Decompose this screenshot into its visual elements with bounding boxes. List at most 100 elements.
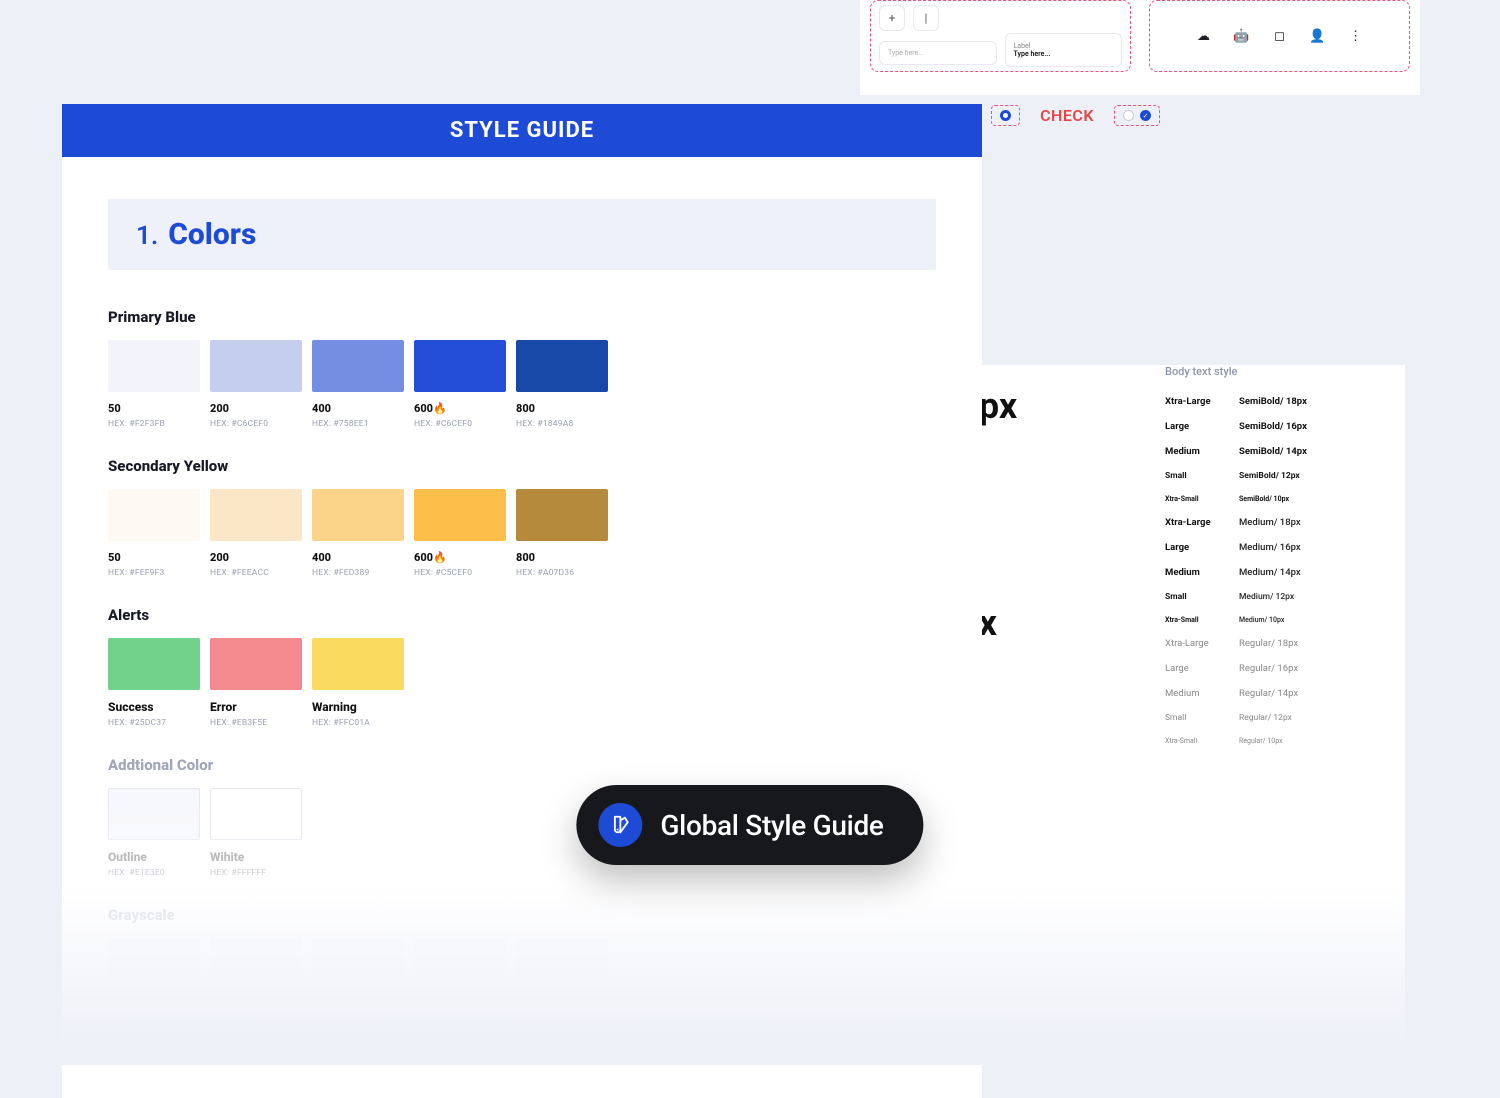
body-size-label: Small [1165,592,1235,602]
body-text-header: Body text style [1165,365,1395,378]
body-text-row: Xtra-LargeSemiBold/ 18px [1165,396,1395,407]
swatch-step: 600🔥 [414,551,506,564]
body-size-label: Xtra-Small [1165,616,1235,624]
person-icon: 👤 [1308,26,1328,46]
radio-unselected-icon [1123,110,1134,121]
color-swatch [210,638,302,690]
icon-row-block: ☁ 🤖 ◻ 👤 ⋮ [1149,0,1410,72]
swatch-name: Wihite [210,850,302,864]
body-weight-label: Regular/ 14px [1239,688,1395,699]
swatch-info: 50HEX: #FEF9F3 [108,551,200,578]
input-placeholder: Type here... [888,49,988,57]
swatch-info: 400 HEX: #758EE1 [312,402,404,429]
color-swatch [108,638,200,690]
body-text-row: Xtra-SmallSemiBold/ 10px [1165,495,1395,503]
color-swatch [108,489,200,541]
color-swatch [312,489,404,541]
body-size-label: Large [1165,542,1235,553]
swatch-step: 400 [312,402,404,415]
color-swatch [312,638,404,690]
swatch-step: 200 [210,402,302,415]
body-weight-label: Medium/ 10px [1239,616,1395,624]
swatch-info: 50HEX: #F2F3FB [108,402,200,429]
swatch-hex: HEX: #FED389 [312,568,404,578]
swatch-info: WihiteHEX: #FFFFFF [210,850,302,878]
body-weight-label: SemiBold/ 18px [1239,396,1395,407]
swatch-info: WarningHEX: #FFC01A [312,700,404,728]
body-size-label: Xtra-Large [1165,517,1235,528]
radio-check-row: CHECK ✓ [991,105,1160,126]
swatch-info: 600🔥 HEX: #C5CEF0 [414,551,506,578]
color-group-label: Addtional Color [108,756,936,774]
color-group-label: Secondary Yellow [108,457,936,475]
swatch-hex: HEX: #FFC01A [312,718,404,728]
body-size-label: Xtra-Large [1165,638,1235,649]
swatch-palette-icon [598,803,642,847]
swatch-name: Outline [108,850,200,864]
swatch-hex: HEX: #EB3F5E [210,718,302,728]
swatch-hex: HEX: #FEEACC [210,568,302,578]
body-text-row: Medium Regular/ 14px [1165,688,1395,699]
body-weight-label: Regular/ 18px [1239,638,1395,649]
swatch-info: OutlineHEX: #E1E3E0 [108,850,200,878]
body-weight-label: Regular/ 12px [1239,713,1395,723]
gray-swatch [108,938,200,978]
body-text-row: Large Medium/ 16px [1165,542,1395,553]
swatch-hex: HEX: #FEF9F3 [108,568,200,578]
body-size-label: Medium [1165,567,1235,578]
body-size-label: Large [1165,663,1235,674]
swatch-name: Success [108,700,200,714]
swatch-info: 600🔥 HEX: #C6CEF0 [414,402,506,429]
robot-icon: 🤖 [1232,26,1252,46]
color-swatch [414,489,506,541]
swatch-hex: HEX: #758EE1 [312,419,404,429]
body-text-row: SmallSemiBold/ 12px [1165,471,1395,481]
body-weight-label: SemiBold/ 12px [1239,471,1395,481]
plus-icon: + [879,5,905,31]
check-label: CHECK [1040,106,1094,125]
body-size-label: Large [1165,421,1235,432]
body-text-row: Xtra-Small Medium/ 10px [1165,616,1395,624]
pill-label: Global Style Guide [660,809,883,842]
color-swatch [210,340,302,392]
body-weight-label: Medium/ 16px [1239,542,1395,553]
swatch-step: 600🔥 [414,402,506,415]
body-size-label: Small [1165,713,1235,723]
swatch-step: 800 [516,551,608,564]
body-text-row: LargeSemiBold/ 16px [1165,421,1395,432]
body-size-label: Xtra-Small [1165,737,1235,745]
gray-swatch [414,938,506,978]
checkbox-checked-icon: ✓ [1140,110,1151,121]
swatch-info: SuccessHEX: #25DC37 [108,700,200,728]
card-title: STYLE GUIDE [62,104,982,157]
body-text-row: Xtra-LargeMedium/ 18px [1165,517,1395,528]
swatch-hex: HEX: #C6CEF0 [414,419,506,429]
text-cursor-icon: | [913,5,939,31]
gray-swatch [516,938,608,978]
color-group-label: Alerts [108,606,936,624]
swatch-info: ErrorHEX: #EB3F5E [210,700,302,728]
field-label: Label [1014,42,1114,50]
body-text-row: Small Medium/ 12px [1165,592,1395,602]
body-size-label: Medium [1165,688,1235,699]
swatch-step: 50 [108,402,200,415]
color-swatch [312,340,404,392]
gray-swatch [312,938,404,978]
color-group-label: Grayscale [108,906,936,924]
global-style-guide-pill[interactable]: Global Style Guide [576,785,923,865]
swatch-info: 800HEX: #1849A8 [516,402,608,429]
swatch-info: 400HEX: #FED389 [312,551,404,578]
swatch-hex: HEX: #C5CEF0 [414,568,506,578]
body-size-label: Xtra-Small [1165,495,1235,503]
body-weight-label: SemiBold/ 14px [1239,446,1395,457]
body-weight-label: Medium/ 14px [1239,567,1395,578]
body-weight-label: Medium/ 12px [1239,592,1395,602]
color-group-label: Primary Blue [108,308,936,326]
section-title: 1. Colors [108,199,936,270]
color-swatch [516,340,608,392]
swatch-hex: HEX: #1849A8 [516,419,608,429]
style-guide-card: STYLE GUIDE 1. Colors Primary Blue 50HEX… [62,104,982,1098]
color-swatch [210,788,302,840]
section-number: 1. [136,221,158,251]
body-text-row: Medium Medium/ 14px [1165,567,1395,578]
